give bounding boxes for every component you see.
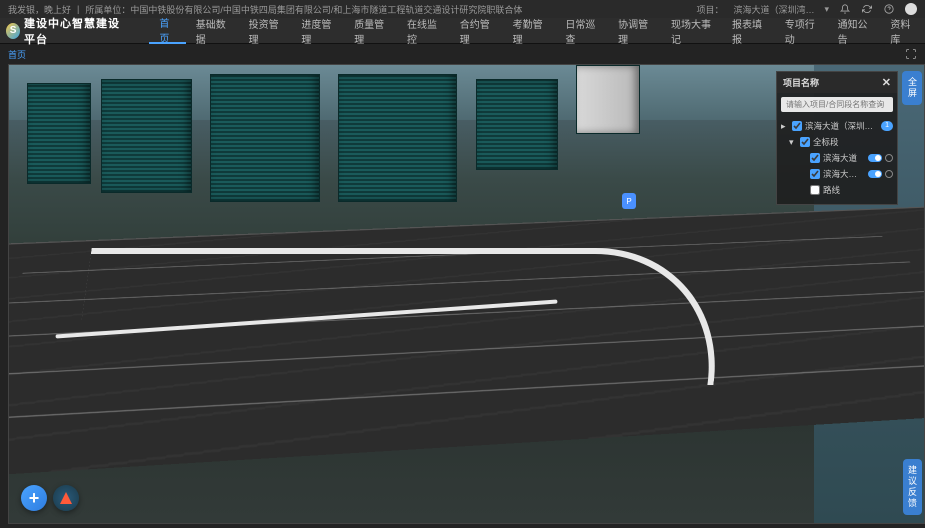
project-tree: ▸ 滨海大道（深圳湾总部基地段… 1 ▾ 全标段 滨海大道 滨海大道倾斜… <box>777 116 897 204</box>
edge-tabs: 全屏 <box>902 71 922 105</box>
tree-checkbox[interactable] <box>800 137 810 147</box>
breadcrumb: 首页 <box>0 44 925 64</box>
tree-checkbox[interactable] <box>810 185 820 195</box>
tree-badge: 1 <box>881 121 893 131</box>
edge-tab-fullscreen[interactable]: 全屏 <box>902 71 922 105</box>
notification-icon[interactable] <box>839 3 851 15</box>
tree-label: 路线 <box>823 184 893 196</box>
tree-label: 滨海大道 <box>823 152 863 164</box>
breadcrumb-home[interactable]: 首页 <box>8 48 26 61</box>
visibility-toggle[interactable] <box>868 154 882 162</box>
caret-icon[interactable]: ▸ <box>781 121 789 132</box>
tree-row[interactable]: ▾ 全标段 <box>781 134 893 150</box>
tree-label: 滨海大道（深圳湾总部基地段… <box>805 120 878 132</box>
project-panel: 项目名称 ✕ ▸ 滨海大道（深圳湾总部基地段… 1 ▾ 全标段 滨海大道 <box>776 71 898 205</box>
org-text: 所属单位：中国中铁股份有限公司/中国中铁四局集团有限公司/和上海市隧道工程轨道交… <box>85 3 522 16</box>
refresh-icon[interactable] <box>861 3 873 15</box>
nav-materials[interactable]: 资料库 <box>880 18 925 44</box>
app-logo-wrap[interactable]: S 建设中心智慧建设平台 <box>6 15 129 47</box>
tree-row[interactable]: 滨海大道倾斜… <box>781 166 893 182</box>
map-viewport[interactable]: P + 项目名称 ✕ ▸ 滨海大道（深圳湾总部基地段… 1 ▾ 全标段 <box>8 64 925 524</box>
nav-report[interactable]: 报表填报 <box>722 18 775 44</box>
app-header: S 建设中心智慧建设平台 首页 基础数据 投资管理 进度管理 质量管理 在线监控… <box>0 18 925 44</box>
panel-search-input[interactable] <box>781 97 893 112</box>
eye-icon[interactable] <box>885 170 893 178</box>
avatar[interactable] <box>905 3 917 15</box>
nav-patrol[interactable]: 日常巡查 <box>555 18 608 44</box>
tree-label: 全标段 <box>813 136 893 148</box>
tree-row[interactable]: ▸ 滨海大道（深圳湾总部基地段… 1 <box>781 118 893 134</box>
nav-quality[interactable]: 质量管理 <box>344 18 397 44</box>
nav-special[interactable]: 专项行动 <box>775 18 828 44</box>
visibility-toggle[interactable] <box>868 170 882 178</box>
divider: | <box>77 4 79 14</box>
panel-close-button[interactable]: ✕ <box>882 76 891 89</box>
compass-button[interactable] <box>53 485 79 511</box>
panel-header: 项目名称 ✕ <box>777 72 897 93</box>
help-icon[interactable] <box>883 3 895 15</box>
nav-attendance[interactable]: 考勤管理 <box>503 18 556 44</box>
tree-checkbox[interactable] <box>810 169 820 179</box>
fullscreen-icon[interactable] <box>905 48 917 60</box>
project-dropdown-icon[interactable]: ▾ <box>824 4 829 15</box>
nav-home[interactable]: 首页 <box>149 18 185 44</box>
map-marker[interactable]: P <box>622 193 636 209</box>
nav-basic-data[interactable]: 基础数据 <box>186 18 239 44</box>
nav-events[interactable]: 现场大事记 <box>661 18 722 44</box>
app-logo-icon: S <box>6 23 20 39</box>
add-button[interactable]: + <box>21 485 47 511</box>
main-nav: 首页 基础数据 投资管理 进度管理 质量管理 在线监控 合约管理 考勤管理 日常… <box>149 18 925 44</box>
tree-row[interactable]: 滨海大道 <box>781 150 893 166</box>
caret-icon[interactable]: ▾ <box>789 137 797 148</box>
panel-search-wrap <box>777 93 897 116</box>
project-label: 项目： <box>696 3 723 16</box>
nav-contract[interactable]: 合约管理 <box>450 18 503 44</box>
nav-notice[interactable]: 通知公告 <box>828 18 881 44</box>
nav-coordination[interactable]: 协调管理 <box>608 18 661 44</box>
project-name[interactable]: 滨海大道（深圳湾… <box>733 3 814 16</box>
tree-row[interactable]: 路线 <box>781 182 893 198</box>
app-title: 建设中心智慧建设平台 <box>24 15 129 47</box>
nav-monitor[interactable]: 在线监控 <box>397 18 450 44</box>
nav-investment[interactable]: 投资管理 <box>239 18 292 44</box>
edge-tab-feedback[interactable]: 建议反馈 <box>903 459 922 515</box>
tree-checkbox[interactable] <box>810 153 820 163</box>
tree-checkbox[interactable] <box>792 121 802 131</box>
panel-title: 项目名称 <box>783 76 819 89</box>
nav-progress[interactable]: 进度管理 <box>291 18 344 44</box>
eye-icon[interactable] <box>885 154 893 162</box>
tree-label: 滨海大道倾斜… <box>823 168 863 180</box>
